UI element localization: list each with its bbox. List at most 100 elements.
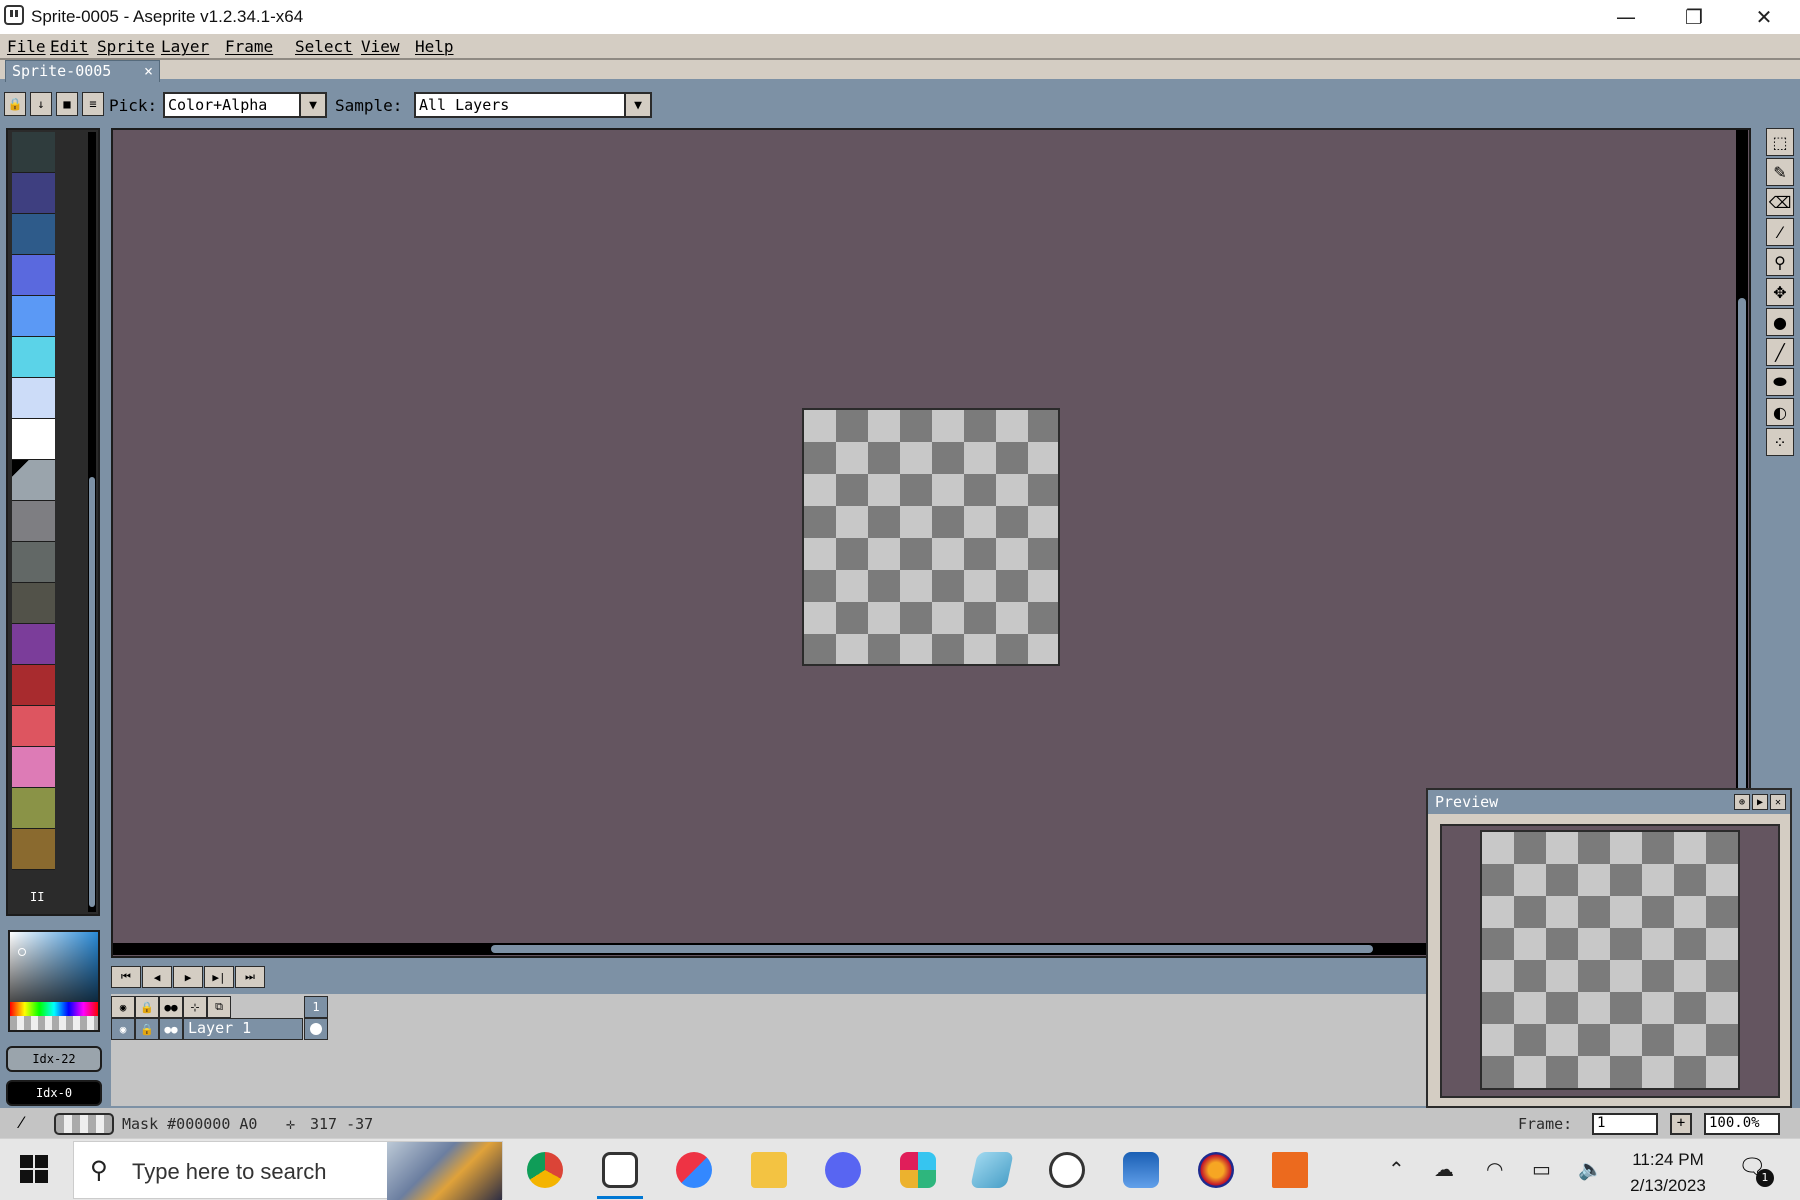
eye-icon[interactable]: ◉ (111, 996, 135, 1018)
menu-select[interactable]: Select (295, 37, 353, 56)
music-app-icon[interactable] (1193, 1147, 1239, 1193)
lock-icon[interactable]: 🔒 (4, 92, 26, 116)
scrollbar-thumb[interactable] (491, 945, 1373, 953)
palette-swatch[interactable] (12, 706, 55, 747)
clock[interactable]: 11:24 PM 2/13/2023 (1608, 1147, 1728, 1199)
preview-settings-icon[interactable]: ⊕ (1734, 794, 1750, 810)
color-picker[interactable] (8, 930, 100, 1032)
lock-icon[interactable]: 🔒 (135, 1018, 159, 1040)
mask-color-swatch[interactable] (54, 1113, 114, 1135)
file-explorer-icon[interactable] (746, 1147, 792, 1193)
discord-icon[interactable] (820, 1147, 866, 1193)
onedrive-cloud-icon[interactable]: ☁ (1434, 1157, 1454, 1181)
chevron-up-icon[interactable]: ⌃ (1388, 1157, 1405, 1181)
alpha-slider[interactable] (10, 1016, 98, 1030)
palette-swatch[interactable] (12, 419, 55, 460)
cel-icon[interactable] (304, 1018, 328, 1040)
palette-swatch[interactable] (12, 583, 55, 624)
scrollbar-thumb[interactable] (89, 477, 95, 907)
next-frame-icon[interactable]: ▶| (204, 966, 234, 988)
video-editor-icon[interactable] (1118, 1147, 1164, 1193)
play-icon[interactable]: ▶ (173, 966, 203, 988)
continuous-icon[interactable]: ●● (159, 1018, 183, 1040)
download-arrow-icon[interactable]: ↓ (30, 92, 52, 116)
snipping-tool-icon[interactable] (671, 1147, 717, 1193)
last-frame-icon[interactable]: ⏭ (235, 966, 265, 988)
palette-grip-icon[interactable]: II (30, 890, 44, 904)
palette-swatch[interactable] (12, 296, 55, 337)
notes-app-icon[interactable] (969, 1147, 1015, 1193)
line-icon[interactable]: ╱ (1766, 338, 1794, 366)
color-picker-marker[interactable] (18, 948, 26, 956)
layer-settings-icon[interactable]: ⧉ (207, 996, 231, 1018)
palette-swatch[interactable] (12, 747, 55, 788)
chrome-icon[interactable] (522, 1147, 568, 1193)
menu-sprite[interactable]: Sprite (97, 37, 155, 56)
add-frame-icon[interactable]: + (1670, 1113, 1692, 1135)
close-tab-icon[interactable]: × (144, 62, 153, 80)
menu-frame[interactable]: Frame (225, 37, 273, 56)
previous-frame-icon[interactable]: ◀ (142, 966, 172, 988)
square-icon[interactable]: ■ (56, 92, 78, 116)
tab-sprite-0005[interactable]: Sprite-0005 × (5, 60, 160, 82)
palette-swatch[interactable] (12, 214, 55, 255)
eyedropper-icon[interactable]: ⁄ (1766, 218, 1794, 246)
canvas-horizontal-scrollbar[interactable] (113, 943, 1523, 955)
close-window-button[interactable]: ✕ (1730, 0, 1798, 34)
notification-icon[interactable]: 🗨 1 (1738, 1155, 1778, 1187)
palette-swatch[interactable] (12, 132, 55, 173)
slack-icon[interactable] (895, 1147, 941, 1193)
palette-swatch[interactable] (12, 829, 55, 870)
menu-edit[interactable]: Edit (50, 37, 89, 56)
lock-icon[interactable]: 🔒 (135, 996, 159, 1018)
palette-swatch[interactable] (12, 378, 55, 419)
palette-swatch[interactable] (12, 255, 55, 296)
marquee-icon[interactable]: ⬚ (1766, 128, 1794, 156)
first-frame-icon[interactable]: ⏮ (111, 966, 141, 988)
menu-file[interactable]: File (7, 37, 46, 56)
zoom-icon[interactable]: ⚲ (1766, 248, 1794, 276)
eraser-icon[interactable]: ⌫ (1766, 188, 1794, 216)
frame-input[interactable]: 1 (1592, 1113, 1658, 1135)
paint-bucket-icon[interactable]: ● (1766, 308, 1794, 336)
volume-icon[interactable]: 🔈 (1578, 1157, 1603, 1181)
preview-play-icon[interactable]: ▶ (1752, 794, 1768, 810)
link-cels-icon[interactable]: ⊹ (183, 996, 207, 1018)
move-icon[interactable]: ✥ (1766, 278, 1794, 306)
menu-help[interactable]: Help (415, 37, 454, 56)
menu-lines-icon[interactable]: ≡ (82, 92, 104, 116)
palette-swatch[interactable] (12, 788, 55, 829)
taskbar-search[interactable]: ⚲ Type here to search (73, 1141, 503, 1200)
background-color-button[interactable]: Idx-0 (6, 1080, 102, 1106)
ellipse-icon[interactable]: ⬬ (1766, 368, 1794, 396)
zoom-input[interactable]: 100.0% (1704, 1113, 1780, 1135)
hue-slider[interactable] (10, 1002, 98, 1016)
maximize-button[interactable]: ❐ (1660, 0, 1728, 34)
close-icon[interactable]: ✕ (1770, 794, 1786, 810)
aseprite-taskbar-icon[interactable] (597, 1147, 643, 1199)
obs-icon[interactable] (1044, 1147, 1090, 1193)
menu-view[interactable]: View (361, 37, 400, 56)
windows-start-icon[interactable] (20, 1155, 48, 1183)
preview-canvas[interactable] (1440, 824, 1780, 1098)
spray-icon[interactable]: ⁘ (1766, 428, 1794, 456)
sprite-canvas[interactable] (802, 408, 1060, 666)
office-app-icon[interactable] (1267, 1147, 1313, 1193)
foreground-color-button[interactable]: Idx-22 (6, 1046, 102, 1072)
onion-skin-icon[interactable]: ●● (159, 996, 183, 1018)
frame-header[interactable]: 1 (304, 996, 328, 1018)
pencil-icon[interactable]: ✎ (1766, 158, 1794, 186)
battery-icon[interactable]: ▭ (1532, 1157, 1551, 1181)
menu-layer[interactable]: Layer (161, 37, 209, 56)
palette-swatch[interactable] (12, 624, 55, 665)
layer-name[interactable]: Layer 1 (183, 1018, 303, 1040)
palette-swatch[interactable] (12, 542, 55, 583)
wifi-icon[interactable]: ◠ (1486, 1157, 1503, 1181)
palette-swatch[interactable] (12, 460, 55, 501)
palette-swatch[interactable] (12, 173, 55, 214)
sample-dropdown[interactable]: All Layers ▼ (414, 92, 652, 118)
palette-swatch[interactable] (12, 501, 55, 542)
blur-icon[interactable]: ◐ (1766, 398, 1794, 426)
minimize-button[interactable]: — (1592, 0, 1660, 34)
palette-scrollbar[interactable] (88, 132, 96, 912)
